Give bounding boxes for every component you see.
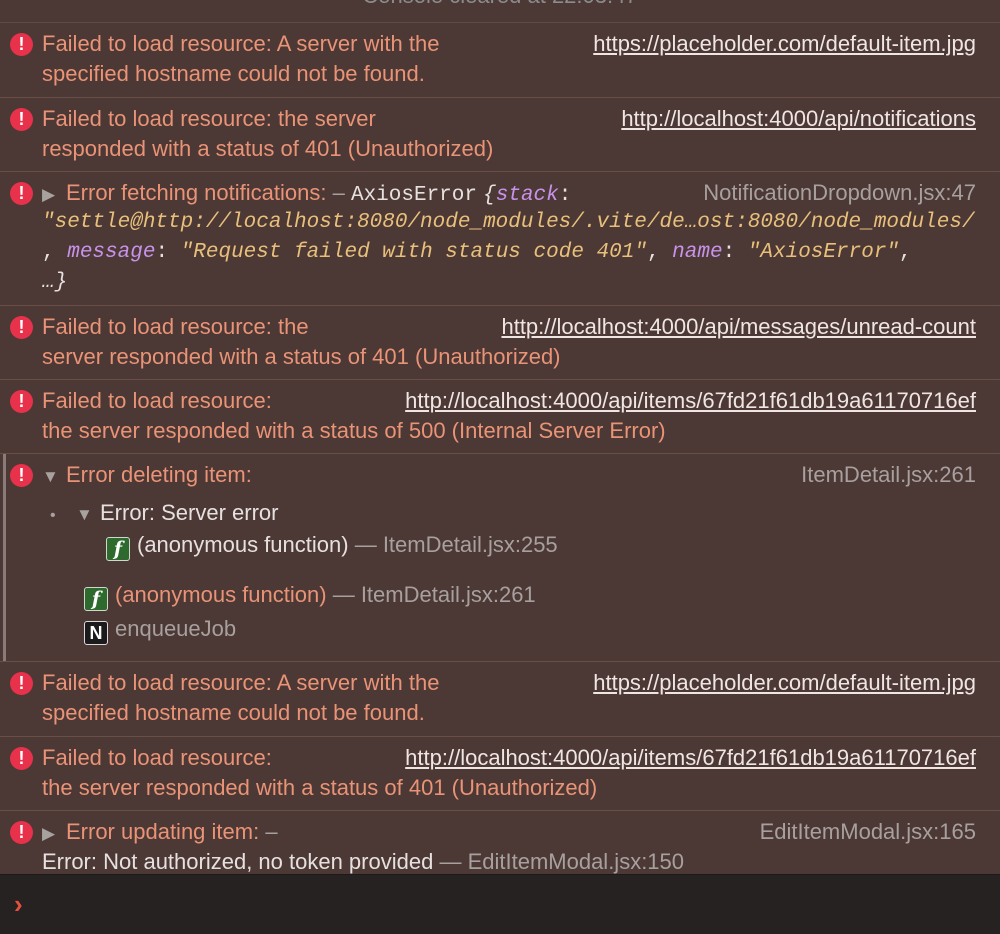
error-type: AxiosError	[350, 184, 477, 207]
error-detail: Error: Not authorized, no token provided	[42, 849, 434, 874]
frame-location[interactable]: ItemDetail.jsx:255	[383, 532, 558, 557]
resource-url-link[interactable]: http://localhost:4000/api/items/67fd21f6…	[405, 745, 976, 770]
error-icon: !	[10, 672, 33, 695]
error-icon: !	[10, 316, 33, 339]
resource-url-link[interactable]: https://placeholder.com/default-item.jpg	[593, 670, 976, 695]
message-text-line2: specified hostname could not be found.	[42, 61, 425, 86]
source-link[interactable]: NotificationDropdown.jsx:47	[703, 178, 976, 208]
frame-separator: —	[354, 532, 377, 557]
message-text-line2: responded with a status of 401 (Unauthor…	[42, 136, 494, 161]
object-ellipsis[interactable]: …}	[42, 268, 67, 298]
message-text-line1: Failed to load resource: A server with t…	[42, 670, 440, 695]
console-cleared-text: Console cleared at 22:03:47	[0, 0, 1000, 9]
message-key: message	[67, 241, 156, 264]
separator-dash: –	[265, 819, 278, 844]
stack-colon: :	[558, 184, 572, 207]
disclosure-triangle-icon[interactable]: ▶	[42, 819, 66, 849]
error-icon: !	[10, 390, 33, 413]
stack-frame[interactable]: NenqueueJob	[84, 614, 236, 645]
message-value: "Request failed with status code 401"	[180, 241, 647, 264]
native-badge-icon: N	[84, 621, 108, 645]
stack-frame[interactable]: f (anonymous function) — ItemDetail.jsx:2…	[84, 580, 536, 611]
console-message[interactable]: ! Failed to load resource: A server with…	[0, 662, 1000, 737]
message-colon: :	[155, 241, 169, 264]
message-label: Error deleting item:	[66, 462, 252, 487]
name-value: "AxiosError"	[747, 241, 900, 264]
frame-name: (anonymous function)	[137, 532, 349, 557]
resource-url-link[interactable]: http://localhost:4000/api/notifications	[621, 106, 976, 131]
stack-frame[interactable]: f (anonymous function) — ItemDetail.jsx:2…	[106, 530, 558, 561]
console-prompt-icon: ›	[14, 889, 23, 919]
console-message[interactable]: ! Failed to load resource: http://localh…	[0, 737, 1000, 811]
message-text-line1: Failed to load resource: A server with t…	[42, 31, 440, 56]
frame-separator: —	[332, 582, 355, 607]
message-text-line2: specified hostname could not be found.	[42, 700, 425, 725]
trailing-comma: ,	[899, 241, 912, 264]
brace-open: {	[483, 184, 496, 207]
stack-key: stack	[495, 184, 559, 207]
resource-url-link[interactable]: https://placeholder.com/default-item.jpg	[593, 31, 976, 56]
bullet-icon: •	[50, 507, 56, 524]
error-icon: !	[10, 182, 33, 205]
message-text-line1: Failed to load resource: the	[42, 314, 309, 339]
console-panel: Console cleared at 22:03:47 ! Failed to …	[0, 0, 1000, 934]
source-link[interactable]: ItemDetail.jsx:261	[801, 460, 976, 490]
message-text-line2: the server responded with a status of 50…	[42, 418, 666, 443]
disclosure-triangle-icon[interactable]: ▼	[42, 462, 66, 492]
console-message[interactable]: ! Failed to load resource: A server with…	[0, 23, 1000, 98]
inner-error-text: Error: Server error	[100, 500, 279, 525]
separator-dash: –	[332, 180, 345, 205]
error-icon: !	[10, 821, 33, 844]
message-label: Error updating item:	[66, 819, 260, 844]
frame-location[interactable]: ItemDetail.jsx:261	[361, 582, 536, 607]
console-message-expanded[interactable]: ! ▼ Error deleting item: ItemDetail.jsx:2…	[0, 454, 1000, 662]
console-cleared-banner: Console cleared at 22:03:47	[0, 0, 1000, 23]
error-icon: !	[10, 108, 33, 131]
source-link[interactable]: EditItemModal.jsx:165	[760, 817, 976, 847]
message-text-line2: the server responded with a status of 40…	[42, 775, 598, 800]
frame-name: (anonymous function)	[115, 582, 327, 607]
frame-name: enqueueJob	[115, 616, 237, 641]
message-text-line1: Failed to load resource:	[42, 388, 272, 413]
console-message[interactable]: ! Failed to load resource: the server ht…	[0, 98, 1000, 172]
message-text-line1: Failed to load resource: the server	[42, 106, 376, 131]
console-message[interactable]: ! Failed to load resource: http://localh…	[0, 380, 1000, 454]
stack-value: "settle@http://localhost:8080/node_modul…	[42, 211, 975, 234]
comma: ,	[42, 241, 68, 264]
console-input-area[interactable]: ›	[0, 874, 1000, 934]
detail-source-link[interactable]: EditItemModal.jsx:150	[468, 849, 684, 874]
function-badge-icon: f	[84, 587, 108, 611]
error-icon: !	[10, 33, 33, 56]
message-text-line1: Failed to load resource:	[42, 745, 272, 770]
disclosure-triangle-icon[interactable]: ▶	[42, 180, 66, 210]
comma: ,	[646, 241, 673, 264]
disclosure-triangle-icon[interactable]: ▼	[76, 500, 100, 530]
detail-separator: —	[439, 849, 462, 874]
resource-url-link[interactable]: http://localhost:4000/api/items/67fd21f6…	[405, 388, 976, 413]
error-icon: !	[10, 747, 33, 770]
resource-url-link[interactable]: http://localhost:4000/api/messages/unrea…	[501, 314, 976, 339]
console-message[interactable]: ! Failed to load resource: the http://lo…	[0, 306, 1000, 380]
message-text-line2: server responded with a status of 401 (U…	[42, 344, 561, 369]
name-key: name	[672, 241, 723, 264]
message-label: Error fetching notifications:	[66, 180, 327, 205]
group-indicator-bar	[3, 454, 6, 661]
error-icon: !	[10, 464, 33, 487]
function-badge-icon: f	[106, 537, 130, 561]
console-message[interactable]: ! ▶ Error fetching notifications: – Axios…	[0, 172, 1000, 306]
name-colon: :	[722, 241, 736, 264]
